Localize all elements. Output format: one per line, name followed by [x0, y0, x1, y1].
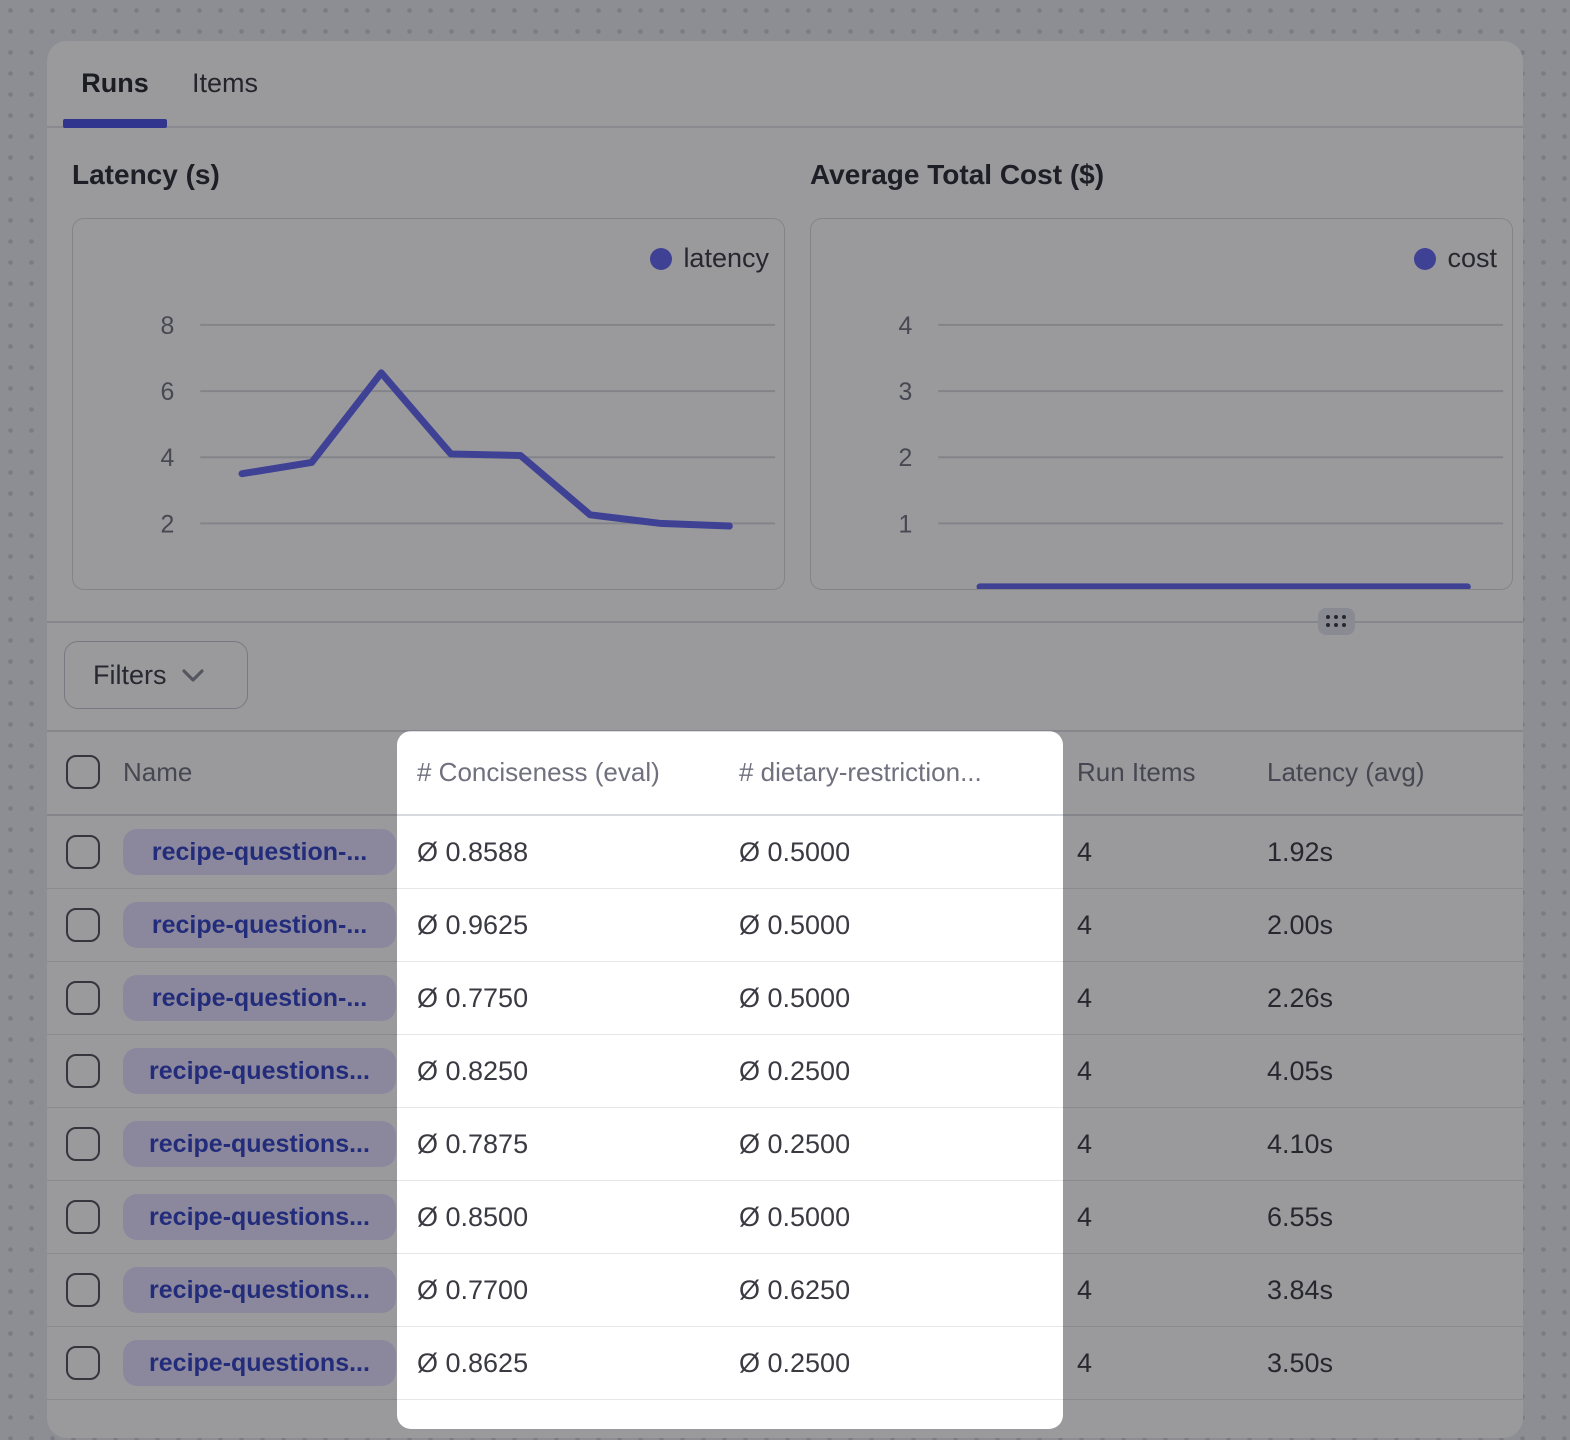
dietary-avg: Ø 0.2500: [739, 1108, 850, 1180]
table-row[interactable]: recipe-question-... Ø 0.9625 Ø 0.5000 4 …: [47, 889, 1523, 962]
dietary-avg: Ø 0.5000: [739, 1181, 850, 1253]
run-items-count: 4: [1077, 816, 1092, 888]
row-checkbox[interactable]: [66, 1346, 100, 1380]
conciseness-avg: Ø 0.9625: [417, 889, 528, 961]
run-name-badge[interactable]: recipe-questions...: [123, 1121, 396, 1167]
resize-drag-handle[interactable]: [1318, 608, 1355, 635]
charts-table-divider: [47, 621, 1523, 623]
conciseness-avg: Ø 0.8500: [417, 1181, 528, 1253]
column-header-conciseness[interactable]: # Conciseness (eval): [417, 730, 660, 814]
latency-legend: latency: [650, 243, 769, 274]
latency-avg: 4.05s: [1267, 1035, 1333, 1107]
svg-text:2: 2: [899, 444, 913, 472]
latency-chart-title: Latency (s): [72, 159, 220, 191]
cost-chart-title: Average Total Cost ($): [810, 159, 1104, 191]
column-header-dietary[interactable]: # dietary-restriction...: [739, 730, 982, 814]
run-items-count: 4: [1077, 889, 1092, 961]
latency-avg: 3.84s: [1267, 1254, 1333, 1326]
table-row[interactable]: recipe-question-... Ø 0.8588 Ø 0.5000 4 …: [47, 816, 1523, 889]
tab-bar: Runs Items: [47, 41, 1523, 128]
conciseness-avg: Ø 0.7750: [417, 962, 528, 1034]
table-row[interactable]: recipe-questions... Ø 0.7875 Ø 0.2500 4 …: [47, 1108, 1523, 1181]
row-checkbox[interactable]: [66, 908, 100, 942]
table-row[interactable]: recipe-questions... Ø 0.8500 Ø 0.5000 4 …: [47, 1181, 1523, 1254]
dietary-avg: Ø 0.6250: [739, 1254, 850, 1326]
latency-avg: 4.10s: [1267, 1108, 1333, 1180]
runs-panel: Runs Items Latency (s) Average Total Cos…: [47, 41, 1523, 1438]
column-header-run-items[interactable]: Run Items: [1077, 730, 1196, 814]
svg-text:4: 4: [161, 444, 175, 472]
svg-text:1: 1: [899, 510, 913, 538]
row-checkbox[interactable]: [66, 1127, 100, 1161]
tab-runs[interactable]: Runs: [63, 41, 167, 126]
conciseness-avg: Ø 0.7875: [417, 1108, 528, 1180]
run-name-badge[interactable]: recipe-questions...: [123, 1194, 396, 1240]
cost-legend-dot-icon: [1414, 248, 1436, 270]
dietary-avg: Ø 0.2500: [739, 1327, 850, 1399]
cost-legend-label: cost: [1447, 243, 1497, 274]
run-name-badge[interactable]: recipe-question-...: [123, 975, 396, 1021]
latency-chart: 2 4 6 8 latency: [72, 218, 785, 590]
conciseness-avg: Ø 0.8588: [417, 816, 528, 888]
cost-line-chart: 1 2 3 4: [811, 219, 1512, 589]
latency-avg: 1.92s: [1267, 816, 1333, 888]
run-name-badge[interactable]: recipe-questions...: [123, 1048, 396, 1094]
row-checkbox[interactable]: [66, 1054, 100, 1088]
tab-items[interactable]: Items: [185, 41, 265, 126]
cost-legend: cost: [1414, 243, 1497, 274]
run-items-count: 4: [1077, 1181, 1092, 1253]
latency-avg: 6.55s: [1267, 1181, 1333, 1253]
table-header: Name # Conciseness (eval) # dietary-rest…: [47, 730, 1523, 816]
filters-button[interactable]: Filters: [64, 641, 248, 709]
run-items-count: 4: [1077, 1035, 1092, 1107]
latency-legend-label: latency: [683, 243, 769, 274]
row-checkbox[interactable]: [66, 981, 100, 1015]
latency-legend-dot-icon: [650, 248, 672, 270]
svg-text:8: 8: [161, 312, 175, 340]
select-all-checkbox[interactable]: [66, 755, 100, 789]
row-checkbox[interactable]: [66, 1273, 100, 1307]
conciseness-avg: Ø 0.8250: [417, 1035, 528, 1107]
conciseness-avg: Ø 0.8625: [417, 1327, 528, 1399]
filters-button-label: Filters: [93, 660, 167, 691]
run-name-badge[interactable]: recipe-questions...: [123, 1340, 396, 1386]
latency-line-chart: 2 4 6 8: [73, 219, 784, 589]
conciseness-avg: Ø 0.7700: [417, 1254, 528, 1326]
run-items-count: 4: [1077, 1327, 1092, 1399]
column-header-name[interactable]: Name: [123, 730, 192, 814]
run-items-count: 4: [1077, 1254, 1092, 1326]
grip-dots-icon: [1326, 615, 1347, 628]
chevron-down-icon: [181, 668, 205, 683]
latency-avg: 3.50s: [1267, 1327, 1333, 1399]
dietary-avg: Ø 0.5000: [739, 816, 850, 888]
latency-avg: 2.26s: [1267, 962, 1333, 1034]
run-items-count: 4: [1077, 962, 1092, 1034]
table-row[interactable]: recipe-questions... Ø 0.8250 Ø 0.2500 4 …: [47, 1035, 1523, 1108]
svg-text:3: 3: [899, 378, 913, 406]
column-header-latency[interactable]: Latency (avg): [1267, 730, 1425, 814]
row-checkbox[interactable]: [66, 1200, 100, 1234]
latency-avg: 2.00s: [1267, 889, 1333, 961]
svg-text:4: 4: [899, 312, 913, 340]
run-name-badge[interactable]: recipe-question-...: [123, 902, 396, 948]
run-name-badge[interactable]: recipe-question-...: [123, 829, 396, 875]
run-items-count: 4: [1077, 1108, 1092, 1180]
dietary-avg: Ø 0.2500: [739, 1035, 850, 1107]
cost-chart: 1 2 3 4 cost: [810, 218, 1513, 590]
svg-text:6: 6: [161, 378, 175, 406]
table-row[interactable]: recipe-question-... Ø 0.7750 Ø 0.5000 4 …: [47, 962, 1523, 1035]
table-row[interactable]: recipe-questions... Ø 0.8625 Ø 0.2500 4 …: [47, 1327, 1523, 1400]
dietary-avg: Ø 0.5000: [739, 889, 850, 961]
row-checkbox[interactable]: [66, 835, 100, 869]
dietary-avg: Ø 0.5000: [739, 962, 850, 1034]
table-row[interactable]: recipe-questions... Ø 0.7700 Ø 0.6250 4 …: [47, 1254, 1523, 1327]
run-name-badge[interactable]: recipe-questions...: [123, 1267, 396, 1313]
svg-text:2: 2: [161, 510, 175, 538]
